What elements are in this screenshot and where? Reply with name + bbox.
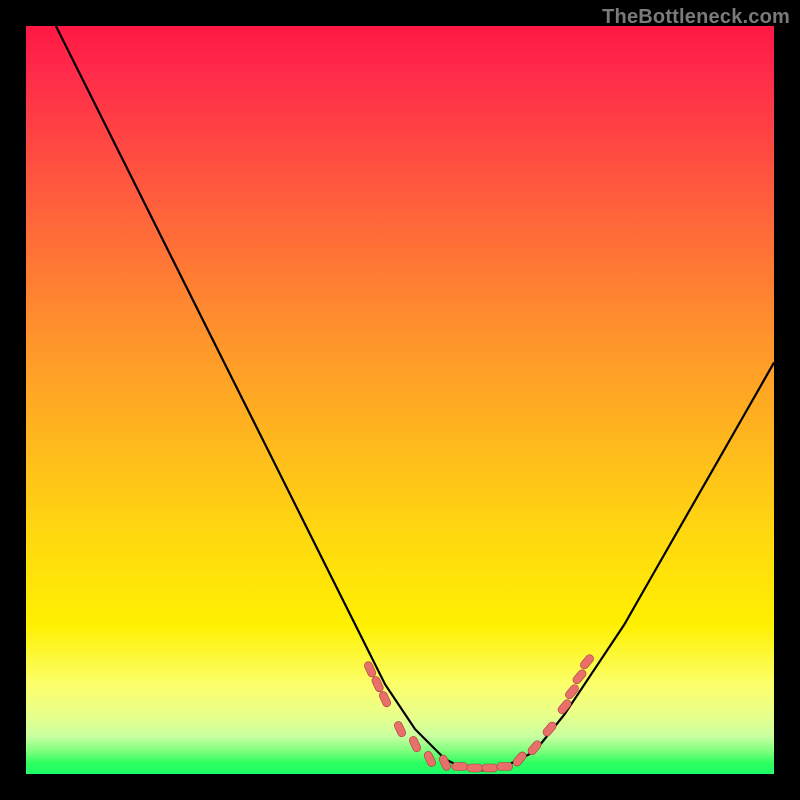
bottleneck-curve-path [56, 26, 774, 770]
watermark-label: TheBottleneck.com [602, 6, 790, 29]
curve-marker [482, 764, 498, 772]
curve-marker [438, 754, 452, 772]
curve-marker [541, 720, 557, 737]
curve-layer [26, 26, 774, 774]
curve-marker [511, 750, 527, 767]
curve-marker [467, 764, 483, 772]
curve-marker [393, 720, 407, 738]
curve-marker [497, 763, 513, 771]
chart-frame: TheBottleneck.com [0, 0, 800, 800]
curve-marker [423, 750, 437, 768]
curve-markers [363, 653, 595, 772]
curve-marker [564, 683, 580, 700]
plot-area [26, 26, 774, 774]
curve-marker [579, 653, 595, 670]
curve-marker [452, 763, 468, 771]
curve-marker [408, 735, 422, 753]
